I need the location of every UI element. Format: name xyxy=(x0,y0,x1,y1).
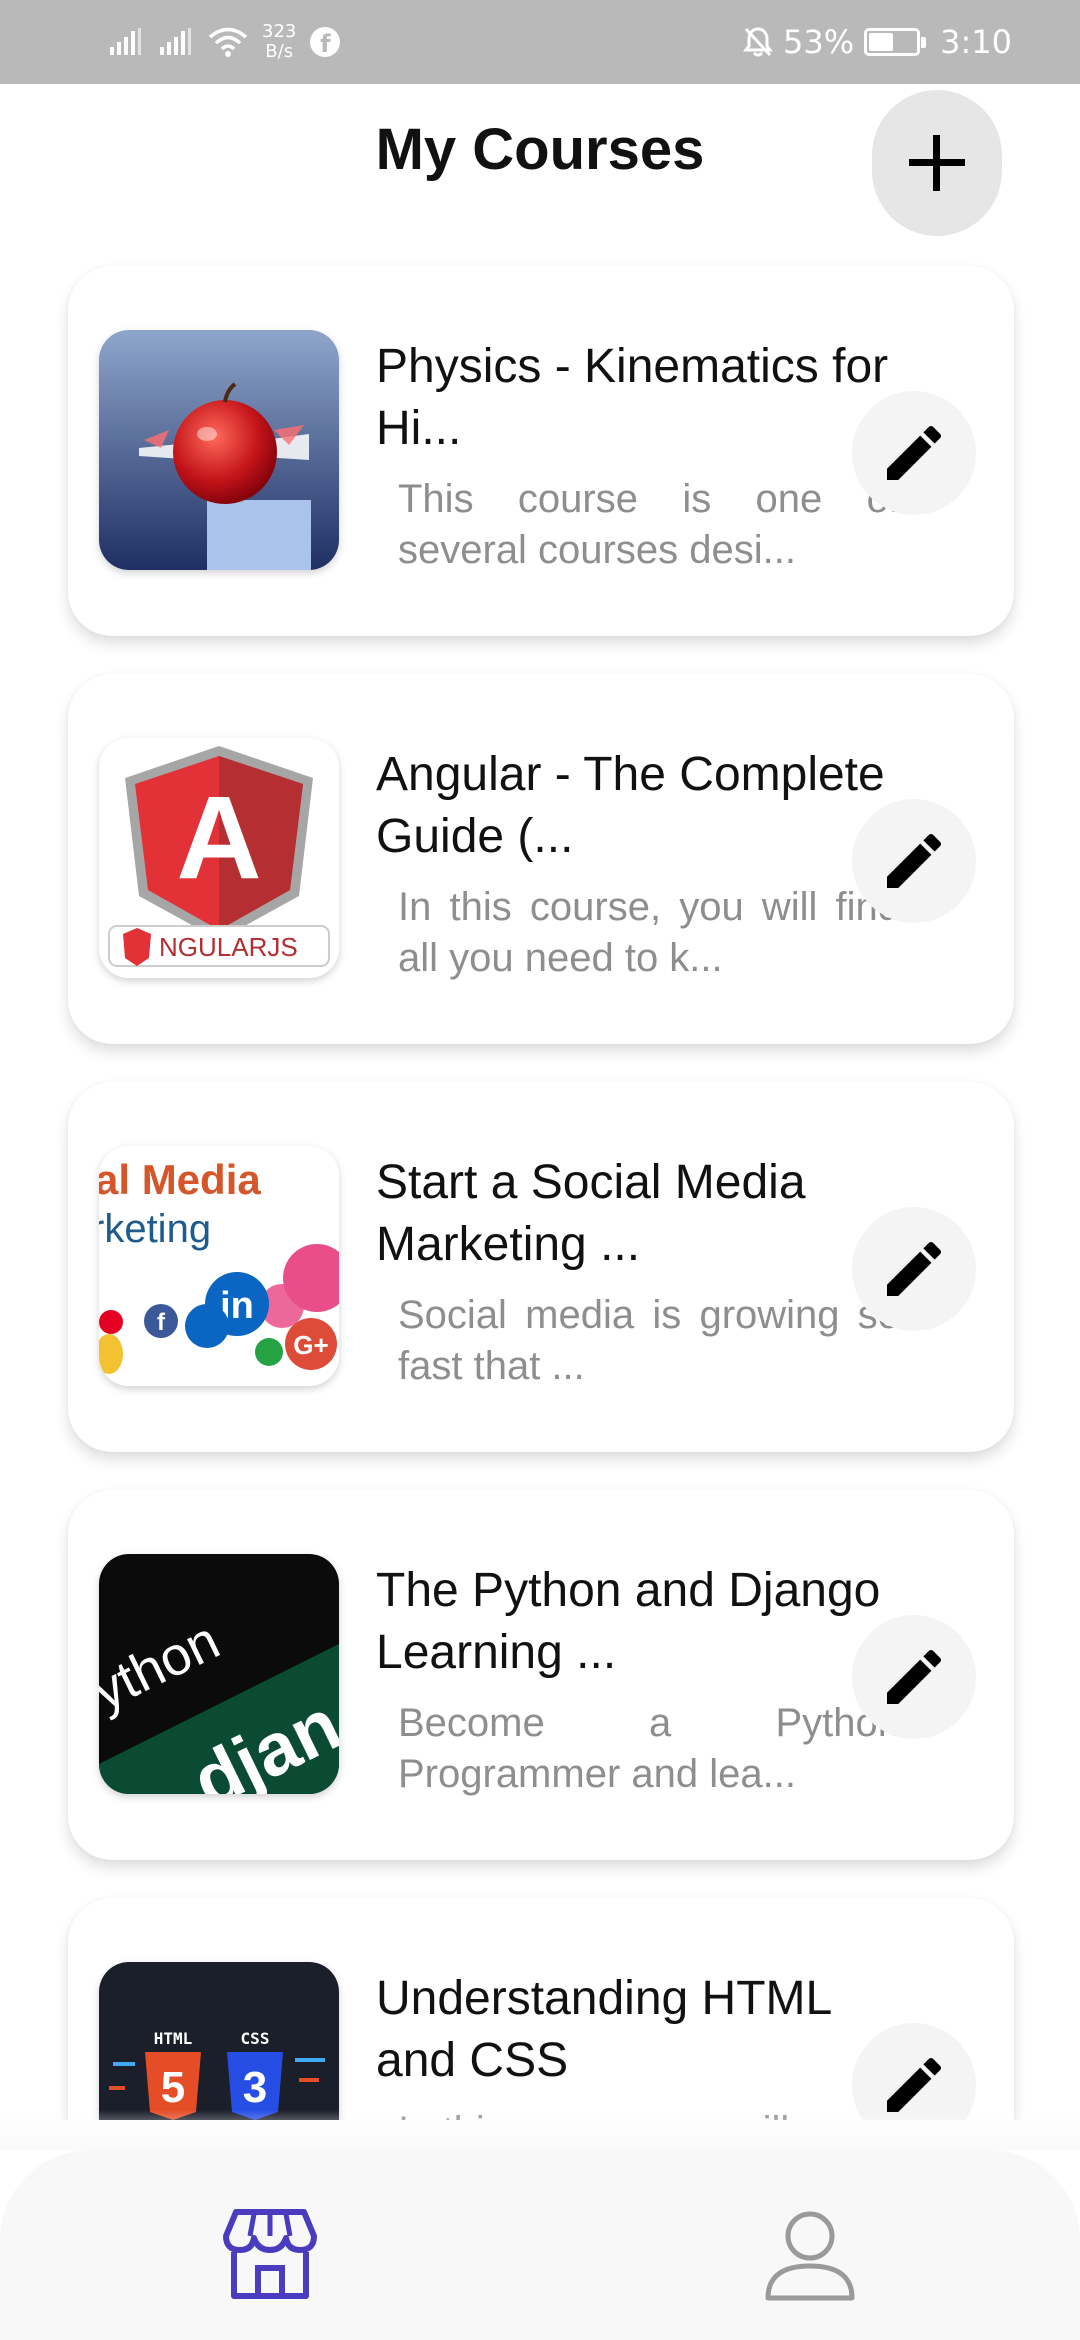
course-card[interactable]: Physics - Kinematics for Hi... This cour… xyxy=(68,266,1014,636)
css-label: CSS xyxy=(241,2029,270,2048)
edit-course-button[interactable] xyxy=(852,1207,976,1331)
course-title: The Python and Django Learning ... xyxy=(376,1564,881,1679)
course-card[interactable]: A NGULARJS Angular - The Complete Guide … xyxy=(68,674,1014,1044)
network-speed-unit: B/s xyxy=(265,41,294,62)
clock: 3:10 xyxy=(940,23,1012,61)
angularjs-logo: A NGULARJS xyxy=(99,738,339,978)
course-description: Social media is growing so fast that ... xyxy=(398,1293,900,1388)
facebook-glyph: f xyxy=(320,30,331,57)
nav-item-profile[interactable] xyxy=(760,2208,860,2304)
course-title: Angular - The Complete Guide (... xyxy=(376,748,885,863)
add-course-button[interactable] xyxy=(872,90,1002,236)
css3-digit: 3 xyxy=(243,2063,267,2112)
apple-projectile-image xyxy=(99,330,339,570)
course-thumbnail-angular: A NGULARJS xyxy=(99,738,339,978)
html5-digit: 5 xyxy=(161,2063,185,2112)
battery-fill xyxy=(869,33,893,51)
course-thumbnail-html-css: HTML CSS 5 3 xyxy=(99,1962,339,2120)
course-card[interactable]: HTML CSS 5 3 Understanding HTML and CSS … xyxy=(68,1898,1014,2120)
angular-letter: A xyxy=(176,772,261,904)
status-right: 53% 3:10 xyxy=(743,18,1012,66)
network-speed: 323 B/s xyxy=(262,22,296,62)
network-speed-value: 323 xyxy=(262,21,297,42)
list-fade xyxy=(0,2110,1080,2150)
facebook-icon: f xyxy=(310,27,341,57)
social-media-image: al Media rketing in f G+ xyxy=(99,1146,339,1386)
battery-icon xyxy=(864,28,927,56)
course-description: This course is one of several courses de… xyxy=(398,477,900,572)
course-description: Become a Python Programmer and lea... xyxy=(398,1701,900,1796)
course-card[interactable]: ython djan The Python and Django Learnin… xyxy=(68,1490,1014,1860)
html-label: HTML xyxy=(154,2029,193,2048)
header: My Courses xyxy=(0,84,1080,244)
course-title: Physics - Kinematics for Hi... xyxy=(376,340,889,455)
bottom-navigation xyxy=(0,2150,1080,2340)
angularjs-wordmark: NGULARJS xyxy=(159,932,298,962)
status-left: 323 B/s f xyxy=(108,18,341,66)
course-card[interactable]: al Media rketing in f G+ Start a Social … xyxy=(68,1082,1014,1452)
bell-off-icon xyxy=(743,27,774,57)
status-bar: 323 B/s f 53% 3:10 xyxy=(0,0,1080,84)
google-plus-glyph: G+ xyxy=(293,1330,328,1360)
store-icon xyxy=(223,2209,317,2299)
python-django-image: ython djan xyxy=(99,1554,339,1794)
thumb-line-2: rketing xyxy=(99,1207,211,1251)
html-css-image: HTML CSS 5 3 xyxy=(99,1962,339,2120)
profile-icon xyxy=(765,2211,855,2301)
course-title: Understanding HTML and CSS xyxy=(376,1972,831,2087)
course-description: In this course, you will find all you ne… xyxy=(398,885,900,980)
course-thumbnail-python-django: ython djan xyxy=(99,1554,339,1794)
course-thumbnail-physics xyxy=(99,330,339,570)
pencil-icon xyxy=(887,833,942,888)
edit-course-button[interactable] xyxy=(852,391,976,515)
signal-icon xyxy=(110,28,141,55)
edit-course-button[interactable] xyxy=(852,799,976,923)
pencil-icon xyxy=(887,425,942,480)
facebook-glyph-thumb: f xyxy=(157,1309,166,1336)
edit-course-button[interactable] xyxy=(852,1615,976,1739)
course-title: Start a Social Media Marketing ... xyxy=(376,1156,806,1271)
pencil-icon xyxy=(887,1241,942,1296)
course-list[interactable]: Physics - Kinematics for Hi... This cour… xyxy=(0,244,1080,2120)
course-thumbnail-social-media: al Media rketing in f G+ xyxy=(99,1146,339,1386)
plus-icon xyxy=(909,135,965,191)
battery-percent: 53% xyxy=(783,23,855,61)
pencil-icon xyxy=(887,1649,942,1704)
nav-item-store[interactable] xyxy=(220,2206,320,2302)
thumb-line-1: al Media xyxy=(99,1156,261,1203)
signal-icon-2 xyxy=(160,28,191,55)
wifi-icon xyxy=(208,27,248,57)
